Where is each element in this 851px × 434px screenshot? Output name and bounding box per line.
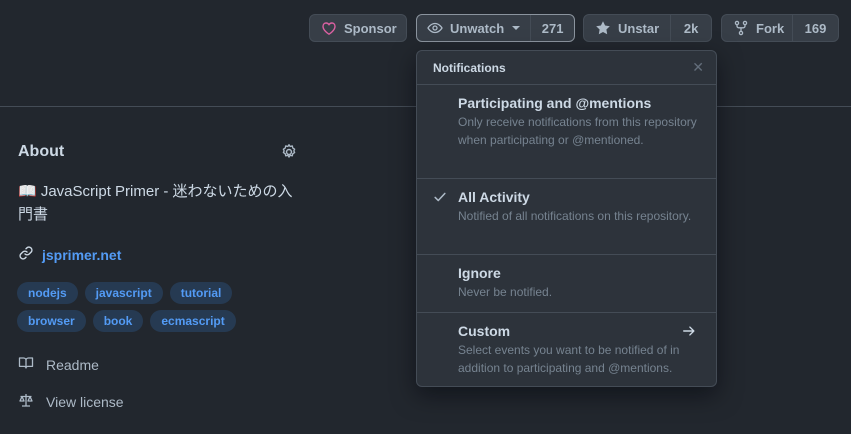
option-title: Participating and @mentions <box>458 95 652 111</box>
close-icon[interactable]: ✕ <box>692 59 704 76</box>
forks-count[interactable]: 169 <box>792 15 838 41</box>
chevron-down-icon <box>512 26 521 30</box>
topic-nodejs[interactable]: nodejs <box>17 282 78 304</box>
option-title: All Activity <box>458 189 530 205</box>
unwatch-label: Unwatch <box>450 20 505 36</box>
fork-button[interactable]: Fork 169 <box>721 14 839 42</box>
topic-ecmascript[interactable]: ecmascript <box>150 310 236 332</box>
website-link[interactable]: jsprimer.net <box>18 245 121 264</box>
topic-list: nodejs javascript tutorial browser book … <box>17 282 307 338</box>
repo-description: 📖 JavaScript Primer - 迷わないための入門書 <box>18 183 293 223</box>
eye-icon <box>427 20 443 36</box>
topic-javascript[interactable]: javascript <box>84 282 163 304</box>
option-description: Notified of all notifications on this re… <box>458 209 692 223</box>
option-description: Never be notified. <box>458 285 553 299</box>
sponsor-label: Sponsor <box>344 20 397 36</box>
option-all-activity[interactable]: All Activity Notified of all notificatio… <box>417 179 716 255</box>
fork-label: Fork <box>756 20 785 36</box>
notifications-dropdown: Notifications ✕ Participating and @menti… <box>416 50 717 387</box>
arrow-right-icon <box>682 324 696 343</box>
heart-icon <box>321 20 337 36</box>
option-participating[interactable]: Participating and @mentions Only receive… <box>417 85 716 179</box>
option-title: Custom <box>458 323 511 339</box>
topic-browser[interactable]: browser <box>17 310 86 332</box>
watchers-count[interactable]: 271 <box>530 15 574 41</box>
law-icon <box>18 392 46 411</box>
license-link[interactable]: View license <box>18 392 124 411</box>
readme-label: Readme <box>46 356 99 373</box>
link-icon <box>18 245 42 264</box>
option-description: Select events you want to be notified of… <box>458 343 680 375</box>
gear-icon[interactable] <box>280 143 298 166</box>
option-description: Only receive notifications from this rep… <box>458 115 697 147</box>
about-heading: About <box>18 143 65 160</box>
topic-tutorial[interactable]: tutorial <box>169 282 233 304</box>
unwatch-button[interactable]: Unwatch 271 <box>416 14 575 42</box>
license-label: View license <box>46 393 124 410</box>
option-custom[interactable]: Custom Select events you want to be noti… <box>417 313 716 385</box>
dropdown-header: Notifications ✕ <box>417 51 716 85</box>
fork-icon <box>733 20 749 36</box>
book-icon <box>18 355 46 374</box>
dropdown-title: Notifications <box>433 60 506 75</box>
option-title: Ignore <box>458 265 501 281</box>
stars-count[interactable]: 2k <box>670 15 711 41</box>
website-label: jsprimer.net <box>42 246 122 263</box>
check-icon <box>433 190 447 209</box>
topic-book[interactable]: book <box>92 310 144 332</box>
sponsor-button[interactable]: Sponsor <box>309 14 407 42</box>
unstar-label: Unstar <box>618 20 660 36</box>
unstar-button[interactable]: Unstar 2k <box>583 14 712 42</box>
star-icon <box>595 20 611 36</box>
option-ignore[interactable]: Ignore Never be notified. <box>417 255 716 313</box>
readme-link[interactable]: Readme <box>18 355 99 374</box>
